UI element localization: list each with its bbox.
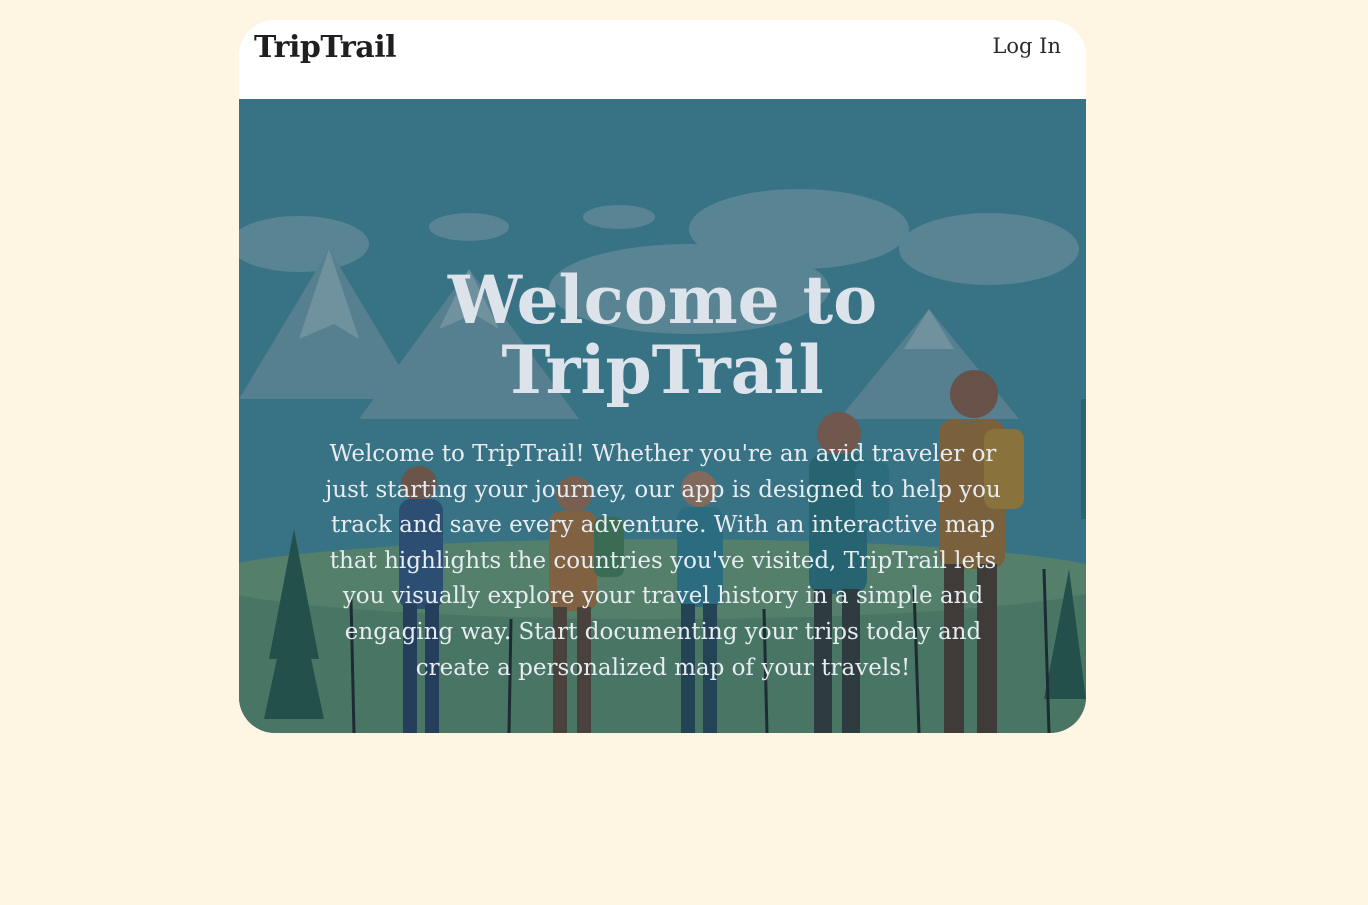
hero-description: Welcome to TripTrail! Whether you're an …: [325, 441, 1001, 681]
brand-logo[interactable]: TripTrail: [254, 30, 397, 65]
main-card: TripTrail Log In Welcome to TripTrail We…: [239, 20, 1086, 733]
hero-title: Welcome to TripTrail: [447, 261, 878, 409]
login-link[interactable]: Log In: [992, 34, 1061, 58]
hero-section: Welcome to TripTrail Welcome to TripTrai…: [239, 99, 1086, 733]
navbar: TripTrail Log In: [239, 20, 1086, 99]
